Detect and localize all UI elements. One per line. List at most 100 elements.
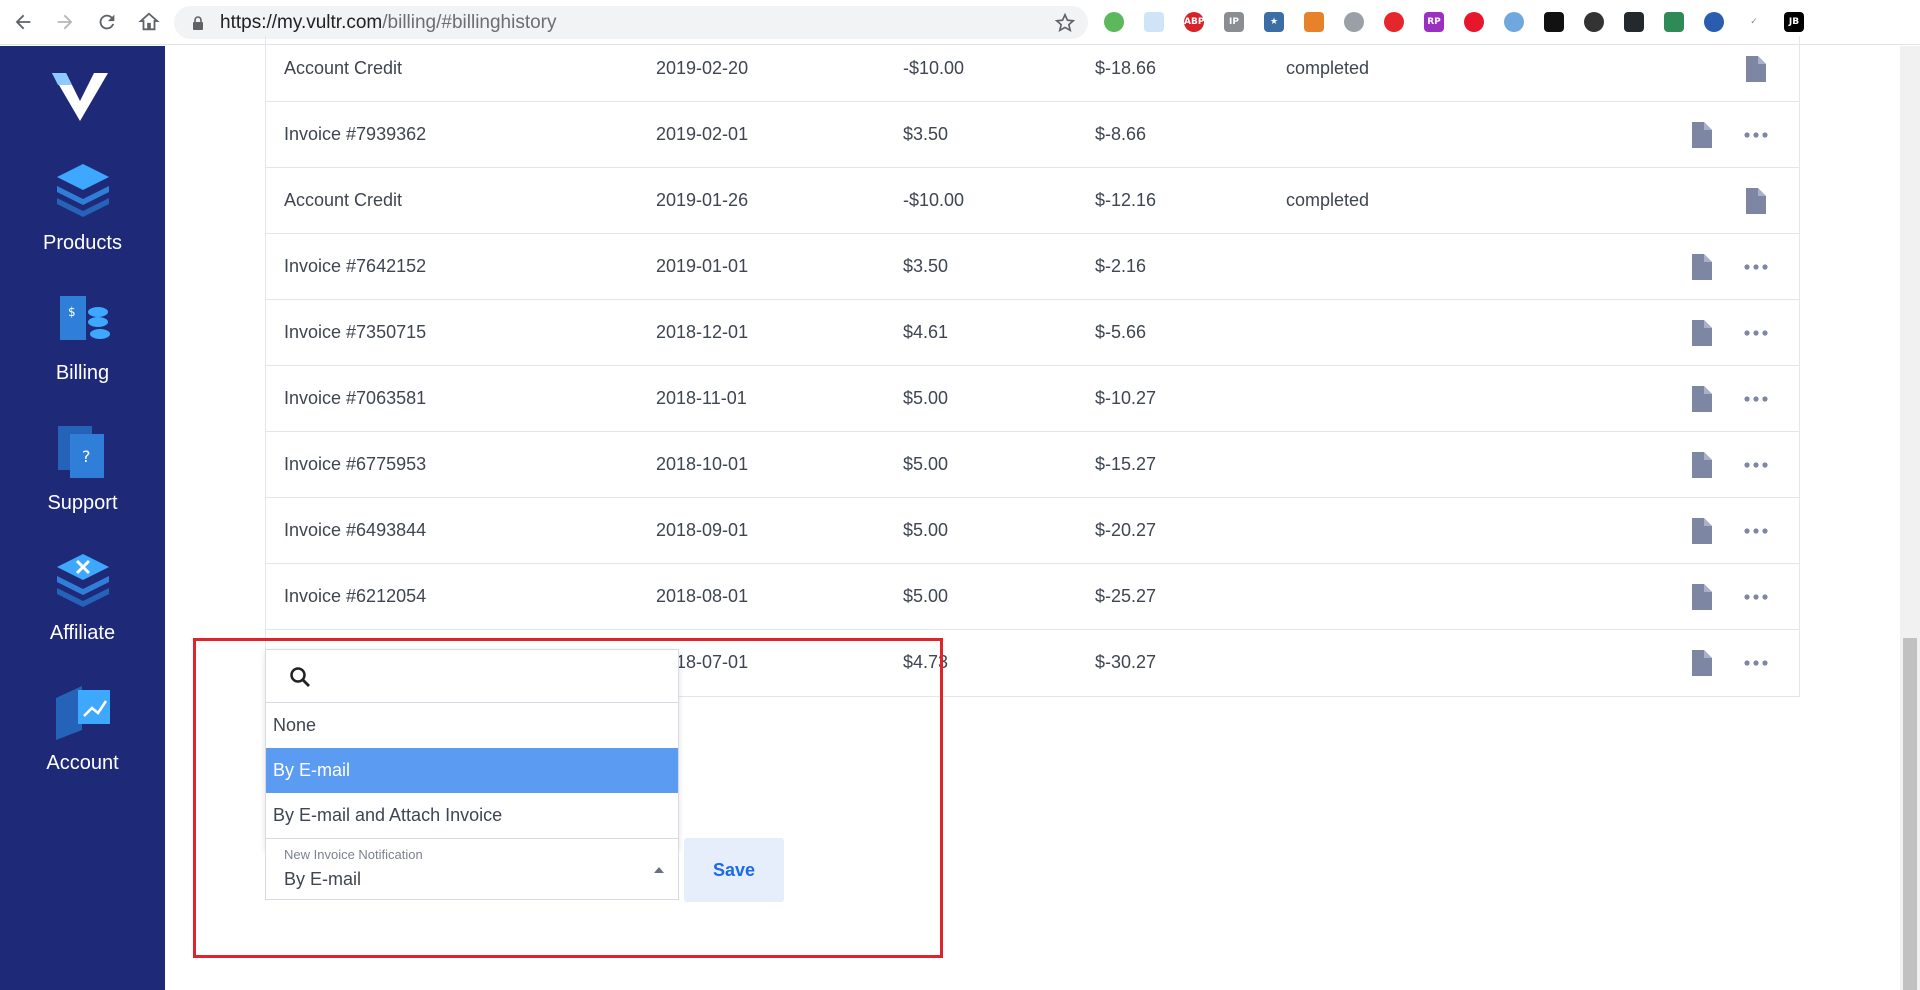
balance-cell: $-10.27 xyxy=(1095,388,1157,408)
description-cell[interactable]: Invoice #7063581 xyxy=(284,388,426,409)
amount-cell: $4.61 xyxy=(903,322,949,342)
more-options-icon[interactable] xyxy=(1744,462,1768,468)
document-icon[interactable] xyxy=(1690,320,1712,346)
billing-history-table: Account Credit 2019-02-20 -$10.00 $-18.66 co… xyxy=(265,36,1800,697)
account-icon xyxy=(55,686,110,740)
document-icon[interactable] xyxy=(1690,650,1712,676)
amount-cell: $5.00 xyxy=(903,586,949,606)
extension-jb-icon[interactable]: JB xyxy=(1780,8,1808,36)
description-cell[interactable]: Invoice #7350715 xyxy=(284,322,426,343)
extension-globe-icon[interactable] xyxy=(1700,8,1728,36)
lock-icon xyxy=(193,15,203,30)
page-scrollbar[interactable] xyxy=(1900,46,1920,990)
reload-icon xyxy=(99,14,115,30)
description-cell[interactable]: Account Credit xyxy=(284,190,402,211)
address-bar[interactable]: https://my.vultr.com/billing/#billinghis… xyxy=(174,6,1088,39)
extension-cat-icon[interactable] xyxy=(1620,8,1648,36)
date-cell: 2018-12-01 xyxy=(656,322,749,342)
extension-ip-icon[interactable]: IP xyxy=(1220,8,1248,36)
balance-cell: $-18.66 xyxy=(1095,58,1157,78)
products-icon xyxy=(56,164,109,217)
balance-cell: $-5.66 xyxy=(1095,322,1147,342)
support-icon: ? xyxy=(57,426,104,478)
extension-parachute-icon[interactable] xyxy=(1340,8,1368,36)
svg-text:$: $ xyxy=(68,305,76,319)
more-options-icon[interactable] xyxy=(1744,330,1768,336)
amount-cell: $3.50 xyxy=(903,256,949,276)
more-options-icon[interactable] xyxy=(1744,132,1768,138)
extension-weibo-icon[interactable] xyxy=(1460,8,1488,36)
date-cell: 2019-01-01 xyxy=(656,256,749,276)
billing-icon: $ xyxy=(59,296,110,340)
more-options-icon[interactable] xyxy=(1744,528,1768,534)
description-cell[interactable]: Invoice #6775953 xyxy=(284,454,426,475)
back-button[interactable] xyxy=(4,3,42,41)
date-cell: 2019-02-01 xyxy=(656,124,749,144)
table-row: Invoice #7939362 2019-02-01 $3.50 $-8.66 xyxy=(266,102,1799,168)
extension-cloud-icon[interactable] xyxy=(1140,8,1168,36)
extension-rp-icon[interactable]: RP xyxy=(1420,8,1448,36)
description-cell[interactable]: Invoice #7642152 xyxy=(284,256,426,277)
scrollbar-thumb[interactable] xyxy=(1903,638,1917,990)
extension-black-square-icon[interactable] xyxy=(1540,8,1568,36)
document-icon[interactable] xyxy=(1744,188,1766,214)
sidebar-item-affiliate[interactable]: Affiliate xyxy=(0,546,165,656)
extension-red-circle-icon[interactable] xyxy=(1380,8,1408,36)
sidebar-item-products[interactable]: Products xyxy=(0,156,165,266)
extension-adblock-icon[interactable]: ABP xyxy=(1180,8,1208,36)
document-icon[interactable] xyxy=(1744,56,1766,82)
forward-button[interactable] xyxy=(46,3,84,41)
description-cell[interactable]: Invoice #6493844 xyxy=(284,520,426,541)
balance-cell: $-25.27 xyxy=(1095,586,1157,606)
more-options-icon[interactable] xyxy=(1744,264,1768,270)
bookmark-star-icon[interactable] xyxy=(1054,12,1076,34)
sidebar-item-billing[interactable]: $ Billing xyxy=(0,286,165,396)
document-icon[interactable] xyxy=(1690,254,1712,280)
vultr-logo[interactable] xyxy=(50,71,110,123)
amount-cell: -$10.00 xyxy=(903,58,965,78)
balance-cell: $-30.27 xyxy=(1095,652,1157,672)
reload-button[interactable] xyxy=(88,3,126,41)
document-icon[interactable] xyxy=(1690,452,1712,478)
amount-cell: -$10.00 xyxy=(903,190,965,210)
document-icon[interactable] xyxy=(1690,584,1712,610)
more-options-icon[interactable] xyxy=(1744,660,1768,666)
table-row: Invoice #7063581 2018-11-01 $5.00 $-10.27 xyxy=(266,366,1799,432)
svg-text:?: ? xyxy=(82,447,91,466)
balance-cell: $-2.16 xyxy=(1095,256,1147,276)
extension-blue-circle-icon[interactable] xyxy=(1500,8,1528,36)
annotation-highlight-box xyxy=(193,638,943,958)
table-row: Account Credit 2019-02-20 -$10.00 $-18.66 co… xyxy=(266,36,1799,102)
amount-cell: $3.50 xyxy=(903,124,949,144)
extension-leaf-icon[interactable] xyxy=(1660,8,1688,36)
home-button[interactable] xyxy=(130,3,168,41)
balance-cell: $-8.66 xyxy=(1095,124,1147,144)
more-options-icon[interactable] xyxy=(1744,396,1768,402)
description-cell[interactable]: Invoice #6212054 xyxy=(284,586,426,607)
sidebar-item-account[interactable]: Account xyxy=(0,676,165,786)
extension-fox-icon[interactable] xyxy=(1300,8,1328,36)
sidebar-item-label: Products xyxy=(43,232,122,254)
status-cell: completed xyxy=(1286,190,1370,210)
date-cell: 2019-02-20 xyxy=(656,58,749,78)
extension-aperture-icon[interactable] xyxy=(1580,8,1608,36)
document-icon[interactable] xyxy=(1690,122,1712,148)
description-cell[interactable]: Account Credit xyxy=(284,58,402,79)
description-cell[interactable]: Invoice #7939362 xyxy=(284,124,426,145)
table-row: Invoice #7642152 2019-01-01 $3.50 $-2.16 xyxy=(266,234,1799,300)
sidebar: Products $ Billing ? Support Affiliate A… xyxy=(0,46,165,990)
extension-green-icon[interactable] xyxy=(1100,8,1128,36)
more-options-icon[interactable] xyxy=(1744,594,1768,600)
table-row: Account Credit 2019-01-26 -$10.00 $-12.16 co… xyxy=(266,168,1799,234)
url-text: https://my.vultr.com/billing/#billinghis… xyxy=(220,12,557,34)
back-arrow-icon xyxy=(15,14,31,30)
home-icon xyxy=(138,12,160,31)
document-icon[interactable] xyxy=(1690,386,1712,412)
forward-arrow-icon xyxy=(57,14,73,30)
date-cell: 2018-09-01 xyxy=(656,520,749,540)
extension-star-icon[interactable]: ★ xyxy=(1260,8,1288,36)
document-icon[interactable] xyxy=(1690,518,1712,544)
sidebar-item-support[interactable]: ? Support xyxy=(0,416,165,526)
balance-cell: $-12.16 xyxy=(1095,190,1157,210)
extension-check-icon[interactable]: ✓ xyxy=(1740,8,1768,36)
